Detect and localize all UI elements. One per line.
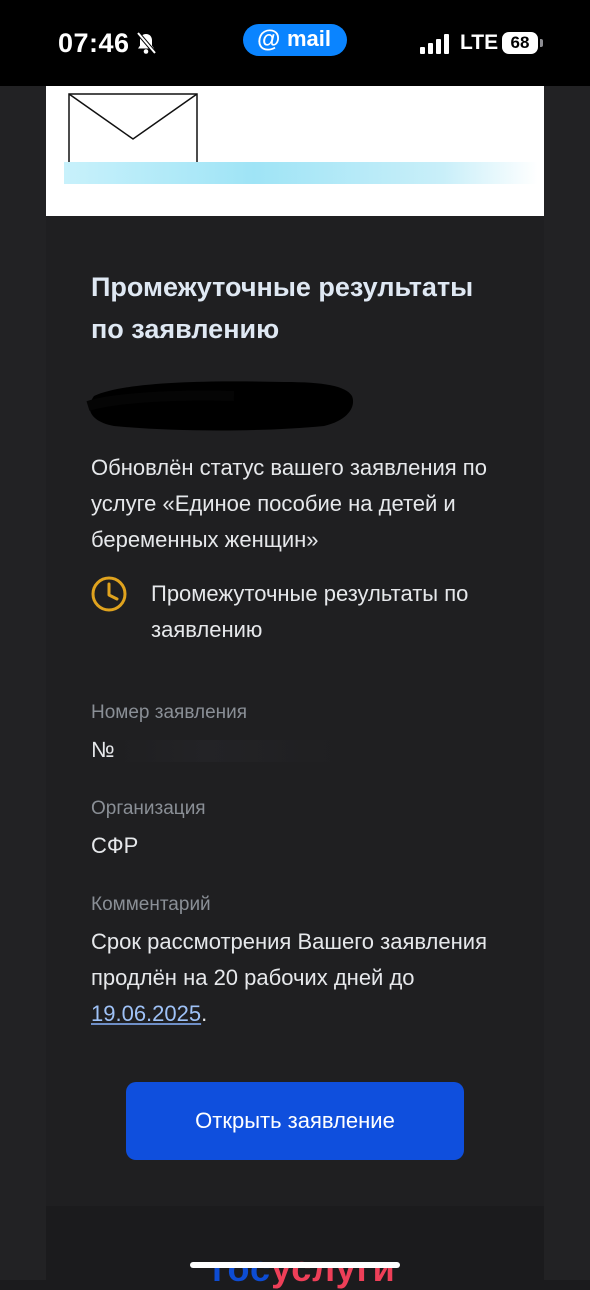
comment-tail: . xyxy=(201,1001,208,1026)
right-gutter xyxy=(544,86,590,1280)
battery-icon: 68 xyxy=(502,32,538,54)
mail-app-pill[interactable]: @ mail xyxy=(243,24,347,56)
email-intro: Обновлён статус вашего заявления по услу… xyxy=(91,455,487,552)
organization-label: Организация xyxy=(91,798,206,819)
banner-stripe xyxy=(64,162,538,184)
open-application-button[interactable]: Открыть заявление xyxy=(126,1082,464,1160)
bell-muted-icon xyxy=(136,31,157,55)
redacted-number xyxy=(118,740,339,763)
network-type: LTE xyxy=(460,31,499,54)
organization-value: СФР xyxy=(91,833,139,858)
deadline-date-link[interactable]: 19.06.2025 xyxy=(91,1001,201,1026)
envelope-icon xyxy=(68,93,198,173)
comment-text: Срок рассмотрения Вашего заявления продл… xyxy=(91,924,511,1032)
redacted-recipient xyxy=(86,381,354,431)
home-indicator[interactable] xyxy=(190,1262,400,1268)
mail-at-icon: @ xyxy=(257,26,281,53)
battery-tip xyxy=(540,39,543,47)
application-status-text: Промежуточные результаты по заявлению xyxy=(151,581,469,642)
status-bar: 07:46 @ mail LTE 68 xyxy=(0,0,590,86)
logo-part-1: гос xyxy=(212,1248,272,1289)
email-header-banner xyxy=(46,86,544,216)
status-time: 07:46 xyxy=(58,28,130,58)
application-number-label: Номер заявления xyxy=(91,702,248,723)
mail-pill-label: mail xyxy=(287,26,332,51)
gosuslugi-logo: госуслуги xyxy=(212,1248,396,1290)
clock-icon xyxy=(91,576,127,612)
battery-level: 68 xyxy=(510,33,530,52)
number-prefix: № xyxy=(91,737,115,762)
logo-part-2: услуги xyxy=(271,1248,396,1289)
signal-icon xyxy=(420,34,449,54)
comment-body: Срок рассмотрения Вашего заявления продл… xyxy=(91,929,487,990)
left-gutter xyxy=(0,86,46,1280)
comment-label: Комментарий xyxy=(91,894,211,915)
email-card: Промежуточные результаты по заявлению Об… xyxy=(46,216,544,1206)
email-title: Промежуточные результаты по заявлению xyxy=(91,272,474,344)
application-number-value: № xyxy=(91,732,339,768)
